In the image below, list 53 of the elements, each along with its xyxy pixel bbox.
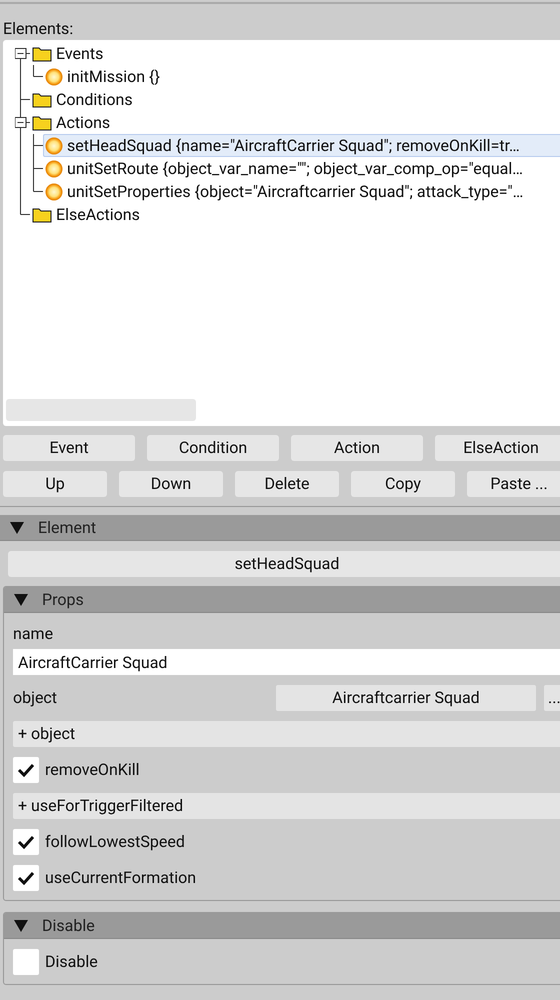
toolbar-button[interactable]: ElseAction <box>435 435 560 461</box>
toolbar-button[interactable]: Delete <box>235 471 339 497</box>
tree-item[interactable]: initMission {} <box>43 65 560 88</box>
section-label: Elements: <box>3 18 74 40</box>
toolbar-button[interactable]: Down <box>119 471 223 497</box>
name-input[interactable]: AircraftCarrier Squad <box>13 649 560 675</box>
triangle-icon[interactable] <box>14 594 28 606</box>
tree-item[interactable]: Conditions <box>30 88 560 111</box>
checkbox[interactable] <box>13 829 39 855</box>
tree-item[interactable]: ElseActions <box>30 203 560 226</box>
triangle-icon[interactable] <box>10 522 24 534</box>
tree-item[interactable]: unitSetRoute {object_var_name=""; object_var_comp_op="equal… <box>43 157 560 180</box>
checkbox[interactable] <box>13 865 39 891</box>
section-header[interactable]: Disable <box>4 913 560 939</box>
check-icon <box>17 763 35 777</box>
checkbox[interactable] <box>13 757 39 783</box>
tree-item[interactable]: setHeadSquad {name="AircraftCarrier Squad"; removeOnKill=tr… <box>43 134 560 157</box>
folder-icon <box>32 91 52 108</box>
folder-icon <box>32 206 52 223</box>
element-name-button[interactable]: setHeadSquad <box>8 551 560 577</box>
check-icon <box>17 835 35 849</box>
toolbar-button[interactable]: Event <box>3 435 135 461</box>
checkbox-label: removeOnKill <box>45 759 140 781</box>
check-icon <box>17 871 35 885</box>
object-picker-button[interactable]: Aircraftcarrier Squad <box>276 685 536 711</box>
toolbar-button[interactable]: Up <box>3 471 107 497</box>
action-icon <box>45 68 63 86</box>
checkbox-label: useCurrentFormation <box>45 867 196 889</box>
action-icon <box>45 160 63 178</box>
field-label: object <box>13 687 58 709</box>
section-header[interactable]: Element <box>0 515 560 541</box>
folder-icon <box>32 45 52 62</box>
section-header[interactable]: Props <box>4 587 560 613</box>
action-icon <box>45 182 63 200</box>
toolbar-button[interactable]: Copy <box>351 471 455 497</box>
add-button[interactable]: + useForTriggerFiltered <box>13 793 560 819</box>
tree-item[interactable]: unitSetProperties {object="Aircraftcarrier Squad"; attack_type="… <box>43 180 560 203</box>
toolbar-button[interactable]: Paste ... <box>467 471 560 497</box>
browse-button[interactable]: ... <box>544 685 560 711</box>
toolbar-button[interactable]: Condition <box>147 435 279 461</box>
tree-connector-drawing <box>20 157 43 180</box>
triangle-icon[interactable] <box>14 920 28 932</box>
checkbox-label: Disable <box>45 951 98 973</box>
add-button[interactable]: + object <box>13 721 560 747</box>
action-icon <box>45 136 63 154</box>
folder-icon <box>32 114 52 131</box>
tree-item[interactable]: Events <box>30 42 560 65</box>
field-label: name <box>13 623 54 645</box>
scrollbar-thumb[interactable] <box>6 399 196 421</box>
tree-item[interactable]: Actions <box>30 111 560 134</box>
checkbox-label: followLowestSpeed <box>45 831 185 853</box>
toolbar-button[interactable]: Action <box>291 435 423 461</box>
checkbox[interactable] <box>13 949 39 975</box>
